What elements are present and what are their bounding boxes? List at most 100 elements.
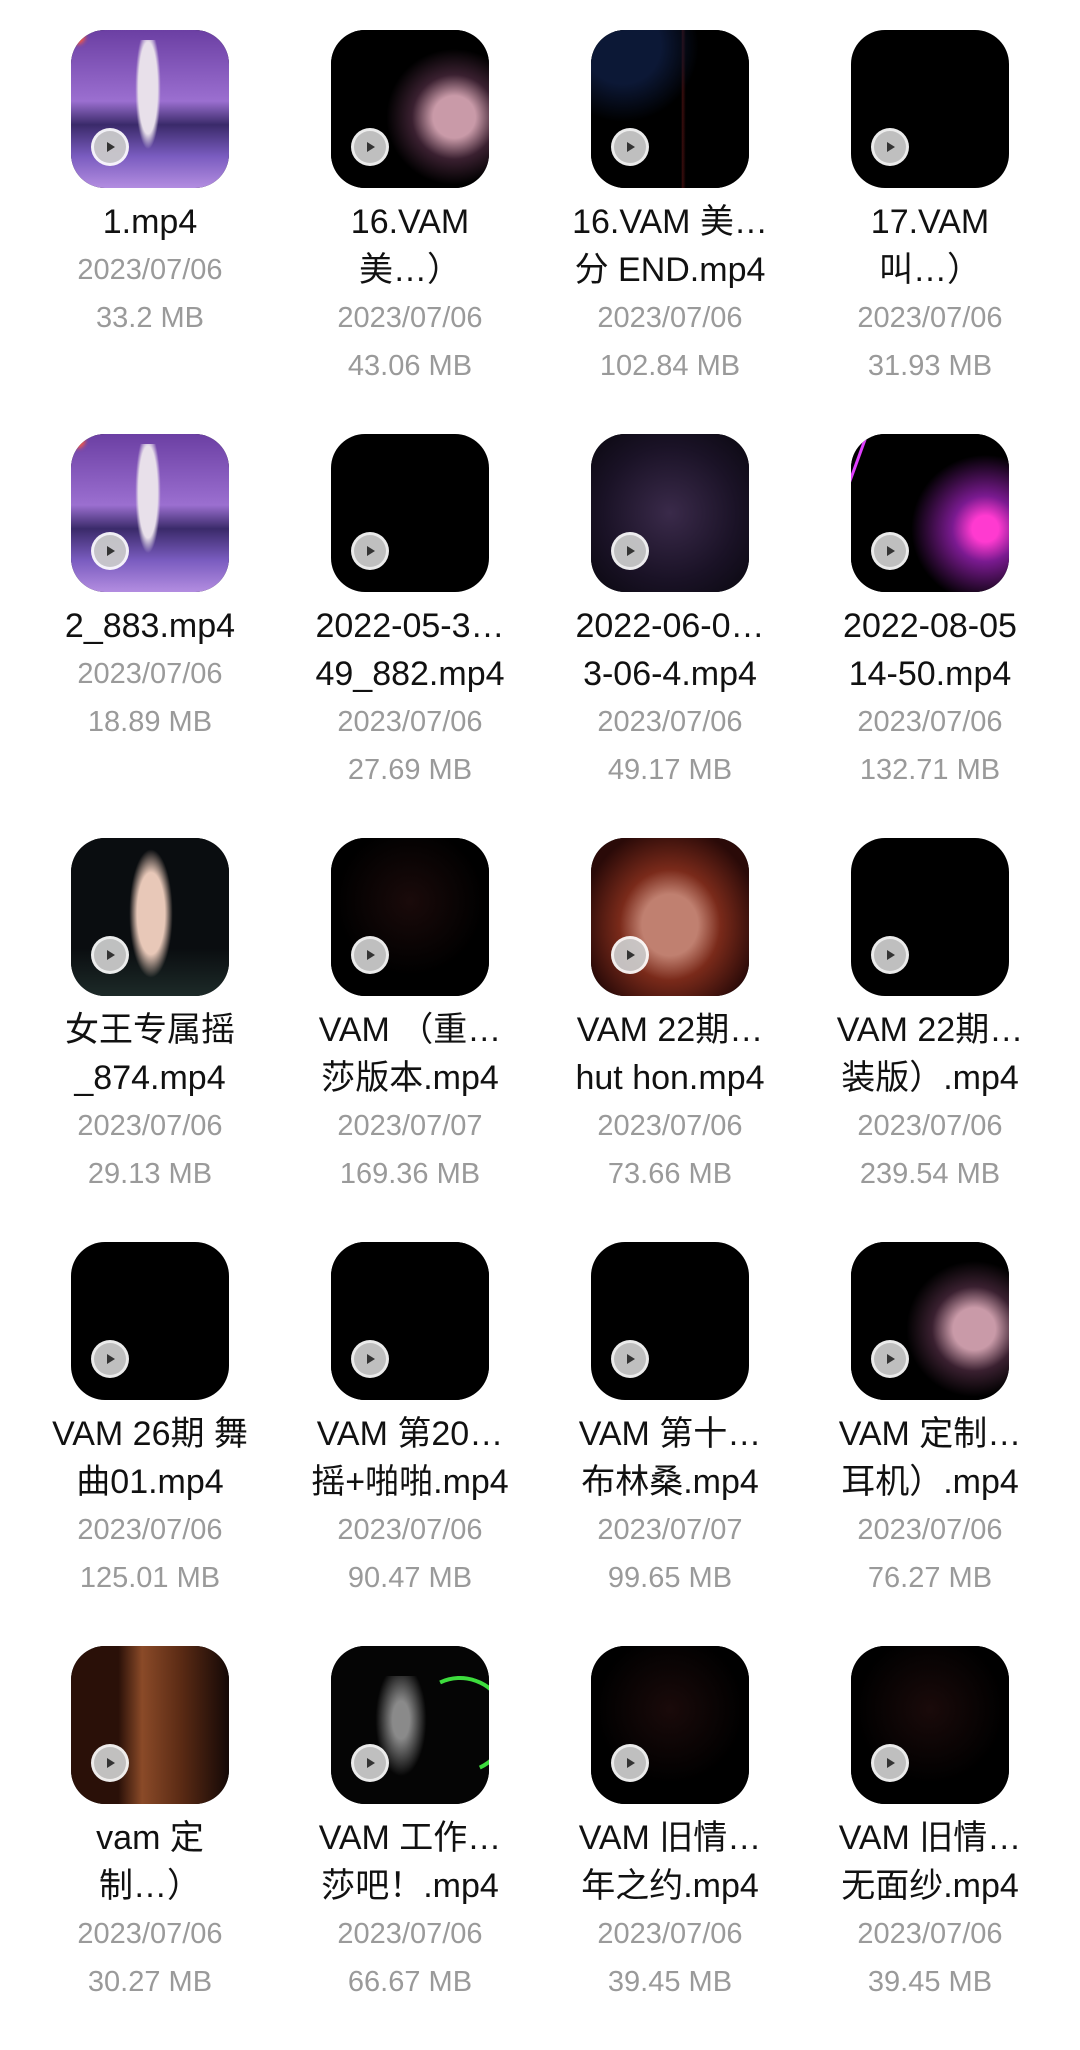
play-icon[interactable]	[611, 532, 649, 570]
video-thumbnail[interactable]	[851, 838, 1009, 996]
play-icon[interactable]	[351, 1744, 389, 1782]
play-icon[interactable]	[611, 1744, 649, 1782]
video-date: 2023/07/06	[857, 302, 1003, 334]
video-thumbnail[interactable]	[331, 838, 489, 996]
play-icon[interactable]	[91, 936, 129, 974]
video-thumbnail[interactable]	[331, 1242, 489, 1400]
play-icon[interactable]	[91, 532, 129, 570]
video-date: 2023/07/06	[77, 1918, 223, 1950]
video-date: 2023/07/06	[597, 1110, 743, 1142]
video-thumbnail[interactable]	[71, 838, 229, 996]
video-name: 2022-08-05 14-50.mp4	[815, 602, 1045, 698]
video-name: VAM 26期 舞曲01.mp4	[35, 1410, 265, 1506]
play-icon[interactable]	[871, 1340, 909, 1378]
video-thumbnail[interactable]	[331, 30, 489, 188]
play-icon[interactable]	[611, 936, 649, 974]
video-item[interactable]: 16.VAM 美…） 2023/07/06 43.06 MB	[280, 30, 540, 434]
video-item[interactable]: VAM 旧情… 年之约.mp4 2023/07/06 39.45 MB	[540, 1646, 800, 2050]
video-name-line2: 分 END.mp4	[574, 251, 766, 289]
video-item[interactable]: VAM （重… 莎版本.mp4 2023/07/07 169.36 MB	[280, 838, 540, 1242]
video-date: 2023/07/06	[597, 302, 743, 334]
video-item[interactable]: VAM 旧情… 无面纱.mp4 2023/07/06 39.45 MB	[800, 1646, 1060, 2050]
video-item[interactable]: VAM 第十… 布林桑.mp4 2023/07/07 99.65 MB	[540, 1242, 800, 1646]
video-item[interactable]: 1.mp4 2023/07/06 33.2 MB	[20, 30, 280, 434]
video-name-line1: VAM 工作…	[318, 1819, 502, 1857]
video-name-line1: VAM 第十…	[578, 1415, 762, 1453]
video-name-line1: VAM 22期…	[576, 1011, 764, 1049]
video-date: 2023/07/06	[337, 1918, 483, 1950]
video-name-line1: VAM 第20…	[316, 1415, 504, 1453]
play-icon[interactable]	[871, 1744, 909, 1782]
play-icon[interactable]	[351, 1340, 389, 1378]
video-thumbnail[interactable]	[591, 434, 749, 592]
video-size: 90.47 MB	[347, 1562, 473, 1594]
video-name-line1: 2_883.mp4	[64, 607, 236, 645]
video-item[interactable]: 2022-08-05 14-50.mp4 2023/07/06 132.71 MB	[800, 434, 1060, 838]
video-name-line1: VAM （重…	[318, 1011, 502, 1049]
video-date: 2023/07/06	[337, 1514, 483, 1546]
video-size: 39.45 MB	[607, 1966, 733, 1998]
video-thumbnail[interactable]	[851, 434, 1009, 592]
video-thumbnail[interactable]	[591, 1242, 749, 1400]
video-thumbnail[interactable]	[71, 1242, 229, 1400]
video-thumbnail[interactable]	[591, 30, 749, 188]
play-icon[interactable]	[871, 936, 909, 974]
video-size: 31.93 MB	[867, 350, 993, 382]
play-icon[interactable]	[611, 1340, 649, 1378]
video-thumbnail[interactable]	[851, 1242, 1009, 1400]
video-item[interactable]: 2022-06-0… 3-06-4.mp4 2023/07/06 49.17 MB	[540, 434, 800, 838]
video-item[interactable]: VAM 22期… 装版）.mp4 2023/07/06 239.54 MB	[800, 838, 1060, 1242]
video-item[interactable]: VAM 26期 舞曲01.mp4 2023/07/06 125.01 MB	[20, 1242, 280, 1646]
video-item[interactable]: VAM 工作… 莎吧！.mp4 2023/07/06 66.67 MB	[280, 1646, 540, 2050]
play-icon[interactable]	[351, 128, 389, 166]
video-name-line2: 49_882.mp4	[315, 655, 505, 693]
video-item[interactable]: VAM 定制… 耳机）.mp4 2023/07/06 76.27 MB	[800, 1242, 1060, 1646]
video-size: 73.66 MB	[607, 1158, 733, 1190]
video-date: 2023/07/06	[77, 1110, 223, 1142]
video-item[interactable]: VAM 第20… 摇+啪啪.mp4 2023/07/06 90.47 MB	[280, 1242, 540, 1646]
video-date: 2023/07/06	[857, 1514, 1003, 1546]
video-name-line1: VAM 旧情…	[838, 1819, 1022, 1857]
video-thumbnail[interactable]	[331, 434, 489, 592]
play-icon[interactable]	[351, 532, 389, 570]
video-name: VAM 旧情… 年之约.mp4	[555, 1814, 785, 1910]
video-item[interactable]: 2022-05-3… 49_882.mp4 2023/07/06 27.69 MB	[280, 434, 540, 838]
video-name: 2_883.mp4	[35, 602, 265, 650]
play-icon[interactable]	[91, 1744, 129, 1782]
video-thumbnail[interactable]	[591, 838, 749, 996]
video-size: 29.13 MB	[87, 1158, 213, 1190]
video-thumbnail[interactable]	[331, 1646, 489, 1804]
video-name: 1.mp4	[35, 198, 265, 246]
video-date: 2023/07/06	[77, 658, 223, 690]
video-thumbnail[interactable]	[851, 1646, 1009, 1804]
play-icon[interactable]	[611, 128, 649, 166]
video-name-line2: 耳机）.mp4	[841, 1463, 1019, 1501]
video-name-line2: 布林桑.mp4	[581, 1463, 759, 1501]
video-thumbnail[interactable]	[851, 30, 1009, 188]
video-item[interactable]: 16.VAM 美… 分 END.mp4 2023/07/06 102.84 MB	[540, 30, 800, 434]
video-name-line2: 年之约.mp4	[581, 1867, 759, 1905]
play-icon[interactable]	[351, 936, 389, 974]
video-thumbnail[interactable]	[71, 1646, 229, 1804]
video-size: 102.84 MB	[599, 350, 741, 382]
video-name: VAM 22期… hut hon.mp4	[555, 1006, 785, 1102]
video-thumbnail[interactable]	[71, 30, 229, 188]
video-date: 2023/07/06	[597, 1918, 743, 1950]
video-date: 2023/07/07	[337, 1110, 483, 1142]
video-name-line1: vam 定	[96, 1819, 204, 1857]
video-name-line2: 装版）.mp4	[841, 1059, 1019, 1097]
video-thumbnail[interactable]	[71, 434, 229, 592]
video-thumbnail[interactable]	[591, 1646, 749, 1804]
video-item[interactable]: 2_883.mp4 2023/07/06 18.89 MB	[20, 434, 280, 838]
video-item[interactable]: vam 定制…） 2023/07/06 30.27 MB	[20, 1646, 280, 2050]
video-item[interactable]: VAM 22期… hut hon.mp4 2023/07/06 73.66 MB	[540, 838, 800, 1242]
play-icon[interactable]	[871, 128, 909, 166]
play-icon[interactable]	[871, 532, 909, 570]
video-item[interactable]: 17.VAM 叫…） 2023/07/06 31.93 MB	[800, 30, 1060, 434]
play-icon[interactable]	[91, 128, 129, 166]
video-name-line1: VAM 定制…	[838, 1415, 1022, 1453]
video-name-line2: 14-50.mp4	[848, 655, 1012, 693]
play-icon[interactable]	[91, 1340, 129, 1378]
video-item[interactable]: 女王专属摇 _874.mp4 2023/07/06 29.13 MB	[20, 838, 280, 1242]
video-name-line1: 16.VAM	[350, 203, 470, 241]
